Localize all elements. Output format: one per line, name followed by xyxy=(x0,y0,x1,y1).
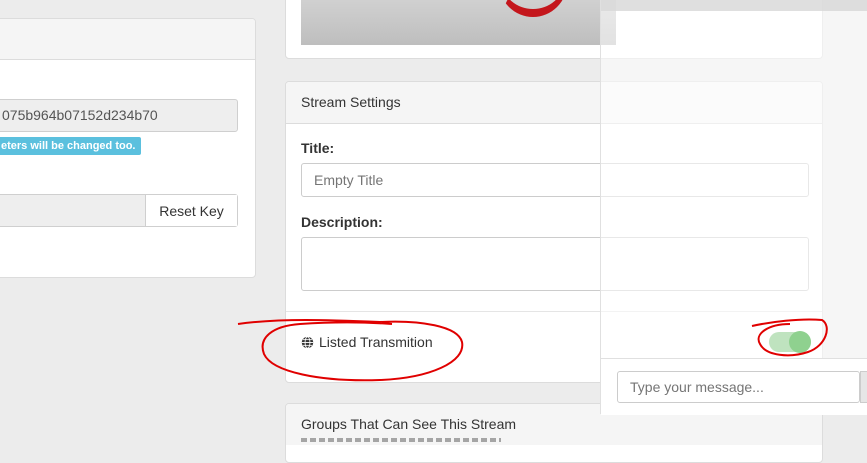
key-input-group: Reset Key xyxy=(0,194,238,227)
groups-subtext xyxy=(301,438,501,442)
key-input[interactable] xyxy=(0,195,145,226)
video-player[interactable] xyxy=(301,0,616,45)
chat-header xyxy=(601,0,867,11)
listed-transmission-label: Listed Transmition xyxy=(319,334,433,350)
listed-toggle[interactable] xyxy=(769,331,811,353)
video-thumbnail-shape xyxy=(499,0,567,17)
stream-key-panel-heading xyxy=(0,19,255,60)
chat-input-area xyxy=(601,358,867,415)
toggle-knob xyxy=(789,331,811,353)
chat-send-button[interactable] xyxy=(860,371,867,403)
description-label: Description: xyxy=(301,214,383,230)
stream-key-field[interactable]: 075b964b07152d234b70 xyxy=(0,99,238,132)
stream-key-panel: 075b964b07152d234b70 eters will be chang… xyxy=(0,18,256,278)
chat-overlay xyxy=(600,0,867,415)
info-badge: eters will be changed too. xyxy=(0,137,142,155)
globe-icon xyxy=(301,335,314,349)
chat-message-input[interactable] xyxy=(617,371,860,403)
title-label: Title: xyxy=(301,140,335,156)
reset-key-button[interactable]: Reset Key xyxy=(145,195,237,226)
listed-transmission-row: Listed Transmition xyxy=(301,334,433,350)
